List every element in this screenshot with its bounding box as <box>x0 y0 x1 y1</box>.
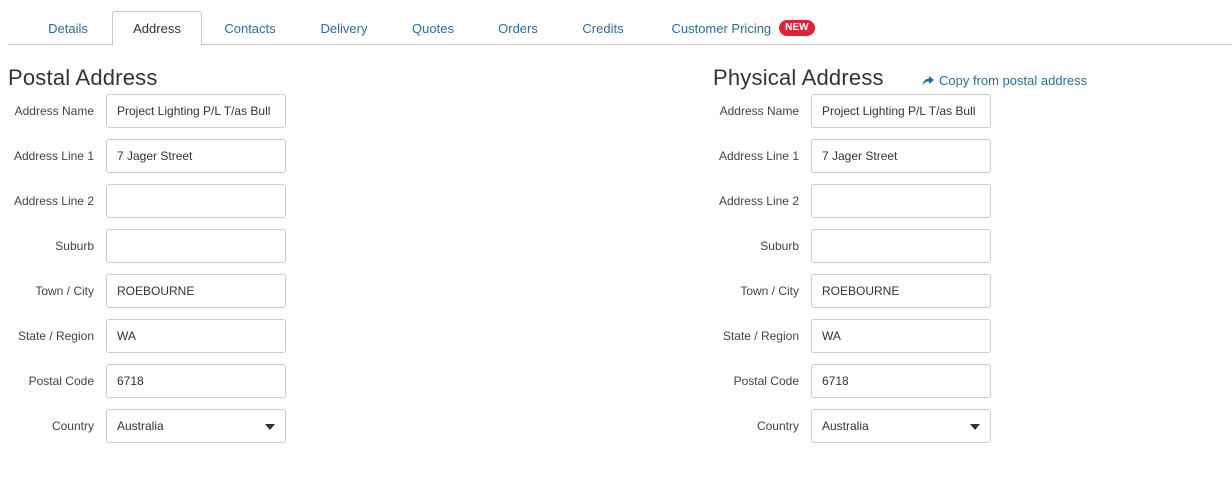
tab-bar: Details Address Contacts Delivery Quotes… <box>8 11 1232 46</box>
postal-town-city-input[interactable]: ROEBOURNE <box>106 274 286 308</box>
postal-suburb-input[interactable] <box>106 229 286 263</box>
postal-town-city-row: Town / City ROEBOURNE <box>0 274 286 308</box>
postal-address-name-label: Address Name <box>14 104 94 118</box>
physical-postal-code-input[interactable]: 6718 <box>811 364 991 398</box>
physical-address-line-1-row: Address Line 1 7 Jager Street <box>705 139 991 173</box>
physical-town-city-row: Town / City ROEBOURNE <box>705 274 991 308</box>
postal-state-region-row: State / Region WA <box>0 319 286 353</box>
tab-contacts[interactable]: Contacts <box>208 11 292 45</box>
physical-town-city-label: Town / City <box>740 284 799 298</box>
customer-address-page: Details Address Contacts Delivery Quotes… <box>0 0 1232 502</box>
tab-details[interactable]: Details <box>30 11 106 45</box>
postal-postal-code-input[interactable]: 6718 <box>106 364 286 398</box>
postal-address-line-1-input[interactable]: 7 Jager Street <box>106 139 286 173</box>
physical-suburb-label: Suburb <box>760 239 799 253</box>
postal-country-value: Australia <box>117 419 164 433</box>
tab-delivery[interactable]: Delivery <box>304 11 384 45</box>
physical-address-name-row: Address Name Project Lighting P/L T/as B… <box>705 94 991 128</box>
physical-country-select[interactable]: Australia <box>811 409 991 443</box>
physical-country-value: Australia <box>822 419 869 433</box>
new-badge: NEW <box>779 20 815 36</box>
physical-address-line-1-input[interactable]: 7 Jager Street <box>811 139 991 173</box>
physical-suburb-input[interactable] <box>811 229 991 263</box>
physical-postal-code-label: Postal Code <box>733 374 799 388</box>
copy-from-postal-label: Copy from postal address <box>939 73 1088 88</box>
postal-address-line-1-row: Address Line 1 7 Jager Street <box>0 139 286 173</box>
physical-town-city-input[interactable]: ROEBOURNE <box>811 274 991 308</box>
postal-address-line-2-input[interactable] <box>106 184 286 218</box>
physical-state-region-row: State / Region WA <box>705 319 991 353</box>
physical-country-label: Country <box>756 419 799 433</box>
postal-state-region-label: State / Region <box>17 329 94 343</box>
tab-credits[interactable]: Credits <box>570 11 636 45</box>
physical-state-region-input[interactable]: WA <box>811 319 991 353</box>
physical-address-line-2-row: Address Line 2 <box>705 184 991 218</box>
physical-state-region-label: State / Region <box>722 329 799 343</box>
postal-suburb-row: Suburb <box>0 229 286 263</box>
postal-address-line-2-label: Address Line 2 <box>13 194 94 208</box>
physical-address-line-2-input[interactable] <box>811 184 991 218</box>
chevron-down-icon <box>265 424 275 430</box>
postal-suburb-label: Suburb <box>55 239 94 253</box>
tab-address[interactable]: Address <box>112 11 202 46</box>
physical-suburb-row: Suburb <box>705 229 991 263</box>
tab-customer-pricing-label: Customer Pricing <box>671 20 772 36</box>
postal-address-title: Postal Address <box>8 65 158 90</box>
postal-country-row: Country Australia <box>0 409 286 443</box>
postal-address-line-1-label: Address Line 1 <box>13 149 94 163</box>
chevron-down-icon <box>970 424 980 430</box>
postal-postal-code-label: Postal Code <box>28 374 94 388</box>
physical-address-line-2-label: Address Line 2 <box>718 194 799 208</box>
postal-town-city-label: Town / City <box>35 284 94 298</box>
postal-address-name-input[interactable]: Project Lighting P/L T/as Bull <box>106 94 286 128</box>
physical-postal-code-row: Postal Code 6718 <box>705 364 991 398</box>
postal-state-region-input[interactable]: WA <box>106 319 286 353</box>
postal-postal-code-row: Postal Code 6718 <box>0 364 286 398</box>
physical-address-title: Physical Address <box>713 65 884 90</box>
postal-address-line-2-row: Address Line 2 <box>0 184 286 218</box>
postal-country-label: Country <box>51 419 94 433</box>
tab-customer-pricing[interactable]: Customer Pricing NEW <box>664 11 822 45</box>
physical-address-name-input[interactable]: Project Lighting P/L T/as Bull <box>811 94 991 128</box>
tab-quotes[interactable]: Quotes <box>400 11 466 45</box>
postal-country-select[interactable]: Australia <box>106 409 286 443</box>
postal-address-name-row: Address Name Project Lighting P/L T/as B… <box>0 94 286 128</box>
physical-address-name-label: Address Name <box>719 104 799 118</box>
physical-country-row: Country Australia <box>705 409 991 443</box>
tab-orders[interactable]: Orders <box>486 11 550 45</box>
copy-from-postal-link[interactable]: Copy from postal address <box>921 73 1087 88</box>
share-arrow-icon <box>922 75 934 85</box>
physical-address-line-1-label: Address Line 1 <box>718 149 799 163</box>
